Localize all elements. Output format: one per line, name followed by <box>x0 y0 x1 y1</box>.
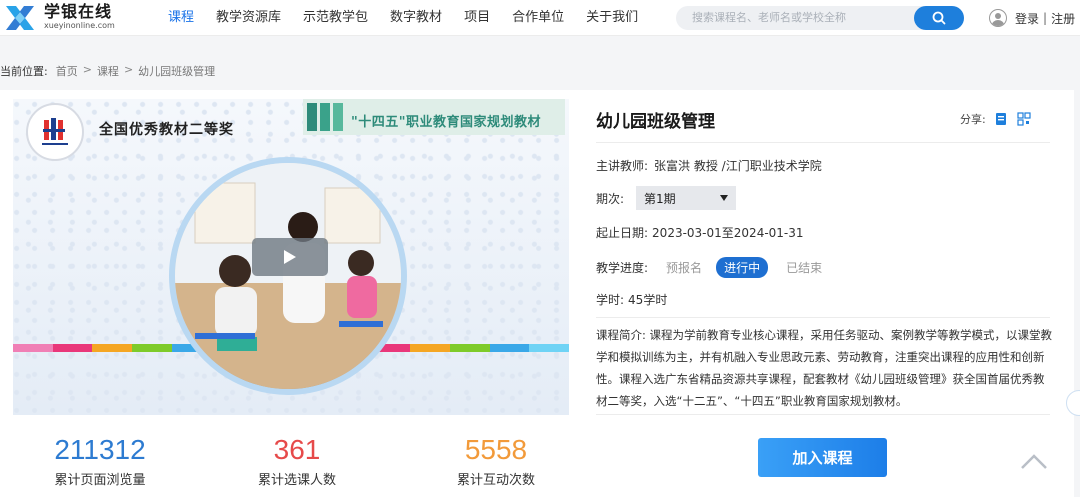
share-area: 分享: <box>960 111 1032 127</box>
nav-item-partners[interactable]: 合作单位 <box>512 0 564 36</box>
term-label: 期次: <box>596 191 625 206</box>
award-badge-icon <box>26 103 84 161</box>
stripe-segment <box>52 344 93 352</box>
site-logo-icon[interactable] <box>0 0 40 36</box>
title-divider <box>596 142 1050 143</box>
stat-label: 累计页面浏览量 <box>54 473 146 488</box>
share-bookmark-icon[interactable] <box>993 111 1009 127</box>
nav-item-demo-package[interactable]: 示范教学包 <box>303 0 368 36</box>
hours-label: 学时: <box>596 293 625 307</box>
stat-value: 5558 <box>464 434 528 465</box>
logo-cn: 学银在线 <box>44 2 113 21</box>
main-nav: 课程 教学资源库 示范教学包 数字教材 项目 合作单位 关于我们 <box>168 0 660 36</box>
desc-divider <box>596 414 1050 415</box>
term-row: 期次: 第1期 <box>596 186 737 210</box>
nav-item-resource-library[interactable]: 教学资源库 <box>216 0 281 36</box>
progress-label: 教学进度: <box>596 261 649 275</box>
hours-divider <box>596 317 1050 318</box>
play-icon <box>284 250 296 264</box>
stat-value: 361 <box>273 434 321 465</box>
progress-row: 教学进度: 预报名 进行中 已结束 <box>596 257 822 278</box>
term-select[interactable]: 第1期 <box>636 186 737 210</box>
login-link[interactable]: 登录 <box>1015 10 1039 27</box>
hours-value: 45学时 <box>628 293 668 307</box>
breadcrumb-sep: > <box>123 63 134 76</box>
classroom-photo <box>169 157 407 395</box>
nav-item-courses[interactable]: 课程 <box>168 0 194 36</box>
stat-interactions: 5558 累计互动次数 <box>406 433 586 488</box>
register-link[interactable]: 注册 <box>1051 10 1075 27</box>
progress-preregister: 预报名 <box>666 261 703 275</box>
user-avatar-icon[interactable] <box>989 9 1007 27</box>
logo-en: xueyinonline.com <box>44 21 115 30</box>
stripe-segment <box>92 344 133 352</box>
course-title: 幼儿园班级管理 <box>596 112 715 132</box>
breadcrumb-sep: > <box>82 63 92 76</box>
join-course-button[interactable]: 加入课程 <box>758 438 887 477</box>
user-sep: | <box>1043 11 1048 25</box>
award-text: 全国优秀教材二等奖 <box>99 122 234 138</box>
stripe-segment <box>410 344 450 352</box>
search-input[interactable]: 搜索课程名、老师名或学校全称 <box>676 6 964 30</box>
textbook-banner: "十四五"职业教育国家规划教材 <box>303 99 565 139</box>
dates-value: 2023-03-01至2024-01-31 <box>652 226 804 240</box>
desc-text: 课程为学前教育专业核心课程，采用任务驱动、案例教学等教学模式，以课堂教学和模拟训… <box>596 328 1053 408</box>
progress-finished: 已结束 <box>786 261 823 275</box>
course-cover-video[interactable]: 全国优秀教材二等奖 "十四五"职业教育国家规划教材 <box>13 99 569 415</box>
nav-item-digital-textbook[interactable]: 数字教材 <box>390 0 442 36</box>
user-area: 登录 | 注册 <box>989 8 1075 28</box>
stat-page-views: 211312 累计页面浏览量 <box>10 433 190 488</box>
term-selected-value: 第1期 <box>644 191 676 206</box>
share-label: 分享: <box>960 113 986 126</box>
search-placeholder: 搜索课程名、老师名或学校全称 <box>692 11 846 24</box>
breadcrumb-home[interactable]: 首页 <box>56 63 78 79</box>
breadcrumb-courses[interactable]: 课程 <box>97 63 119 79</box>
stripe-segment <box>489 344 530 352</box>
nav-item-projects[interactable]: 项目 <box>464 0 490 36</box>
desc-label: 课程简介: <box>596 328 646 342</box>
dates-label: 起止日期: <box>596 226 649 240</box>
course-description: 课程简介: 课程为学前教育专业核心课程，采用任务驱动、案例教学等教学模式，以课堂… <box>596 324 1054 412</box>
search-button[interactable] <box>914 6 964 30</box>
breadcrumb: 当前位置: 首页 > 课程 > 幼儿园班级管理 <box>0 63 215 79</box>
teacher-value: 张富洪 教授 /江门职业技术学院 <box>654 159 822 173</box>
caret-down-icon <box>720 195 729 201</box>
teacher-label: 主讲教师: <box>596 159 649 173</box>
stripe-segment <box>132 344 172 352</box>
stat-label: 累计选课人数 <box>257 473 336 488</box>
back-to-top-icon[interactable] <box>1020 450 1048 472</box>
banner-text: "十四五"职业教育国家规划教材 <box>351 115 542 130</box>
top-header: 学银在线 xueyinonline.com 课程 教学资源库 示范教学包 数字教… <box>0 0 1080 36</box>
breadcrumb-current: 幼儿园班级管理 <box>138 65 216 78</box>
stat-enrolled: 361 累计选课人数 <box>207 433 387 488</box>
site-logo-text[interactable]: 学银在线 xueyinonline.com <box>44 3 115 31</box>
teacher-row: 主讲教师: 张富洪 教授 /江门职业技术学院 <box>596 157 822 174</box>
nav-item-about[interactable]: 关于我们 <box>586 0 638 36</box>
breadcrumb-label: 当前位置: <box>0 65 48 78</box>
progress-ongoing: 进行中 <box>716 257 769 278</box>
stat-label: 累计互动次数 <box>456 473 535 488</box>
stripe-segment <box>529 344 569 352</box>
stripe-segment <box>449 344 490 352</box>
dates-row: 起止日期: 2023-03-01至2024-01-31 <box>596 224 804 241</box>
search-icon <box>932 11 946 25</box>
hours-row: 学时: 45学时 <box>596 291 667 308</box>
play-button[interactable] <box>252 238 328 276</box>
stat-value: 211312 <box>54 434 146 465</box>
share-qrcode-icon[interactable] <box>1016 111 1032 127</box>
stripe-segment <box>13 344 53 352</box>
